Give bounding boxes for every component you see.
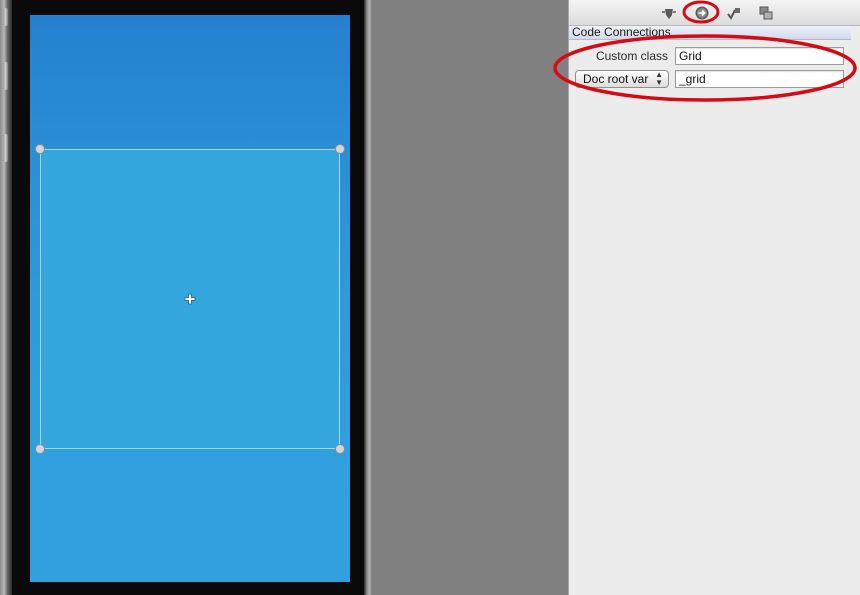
size-inspector-icon[interactable] — [661, 5, 677, 21]
inspector-panel: Code Connections — [568, 0, 860, 595]
doc-root-var-field[interactable]: _grid — [675, 70, 844, 88]
arrangement-icon[interactable] — [758, 5, 774, 21]
custom-class-field[interactable]: Grid — [675, 47, 844, 65]
device-bezel-right — [364, 0, 372, 595]
popup-arrows-icon: ▲ ▼ — [655, 70, 663, 87]
inspector-toolbar — [569, 0, 860, 26]
editor-canvas[interactable] — [0, 0, 568, 595]
custom-class-label: Custom class — [595, 49, 668, 63]
device-volume-down-button — [3, 134, 8, 162]
resize-handle-bottom-right[interactable] — [335, 444, 345, 454]
resize-handle-bottom-left[interactable] — [35, 444, 45, 454]
callbacks-icon[interactable] — [726, 5, 742, 21]
device-volume-up-button — [3, 62, 8, 90]
doc-root-var-popup-label: Doc root var — [583, 72, 649, 86]
anchor-point-icon[interactable] — [184, 293, 196, 305]
doc-root-var-popup[interactable]: Doc root var ▲ ▼ — [575, 70, 669, 88]
resize-handle-top-right[interactable] — [335, 144, 345, 154]
code-connections-header: Code Connections — [569, 26, 851, 40]
device-side-button — [3, 8, 8, 26]
code-connections-icon[interactable] — [694, 5, 710, 21]
resize-handle-top-left[interactable] — [35, 144, 45, 154]
